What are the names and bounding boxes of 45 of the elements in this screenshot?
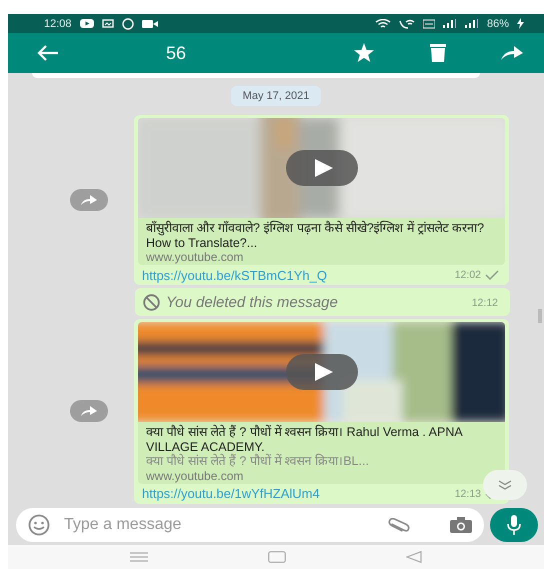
scrollbar-thumb [538, 309, 542, 323]
forward-button[interactable] [70, 189, 108, 211]
star-icon [353, 43, 375, 63]
status-time: 12:08 [44, 18, 72, 30]
camera-icon [450, 517, 472, 533]
check-icon [485, 270, 499, 280]
signal-icon [442, 19, 457, 28]
camera-icon [142, 20, 158, 28]
charging-icon [517, 18, 524, 29]
link-title: क्या पौधे सांस लेते हैं ? पौधों में श्वसन क्रिया। Rahul Verma . APNA VILLAGE ACADEMY. [145, 424, 464, 454]
share-arrow-icon [81, 406, 97, 416]
wifi-icon [374, 18, 391, 28]
deleted-message-text: You deleted this message [166, 294, 339, 311]
message-field[interactable]: Type a message [16, 508, 484, 542]
link-description: क्या पौधे सांस लेते हैं ? पौधों में श्वसन क्रिया।BL... [145, 454, 370, 468]
message-time: 12:13 [454, 488, 481, 500]
prohibited-icon [143, 294, 160, 311]
gallery-icon [102, 19, 114, 28]
microphone-button[interactable] [490, 508, 538, 542]
battery-level: 86% [486, 18, 509, 30]
link-title: बाँसुरीवाला और गाँववाले? इंग्लिश पढ़ना कैसे सीखे?इंग्लिश में ट्रांसलेट करना?How to Translate?... [145, 220, 486, 250]
signal-icon [464, 19, 479, 28]
video-icon [80, 19, 94, 28]
back-triangle-icon [406, 551, 422, 563]
home-icon [268, 551, 286, 563]
forward-button[interactable] [70, 400, 108, 422]
share-arrow-icon [81, 195, 97, 205]
menu-icon [130, 552, 148, 562]
scroll-down-button[interactable] [483, 470, 527, 500]
share-arrow-icon [501, 46, 523, 60]
double-chevron-down-icon [498, 480, 512, 490]
message-link[interactable]: https://youtu.be/1wYfHZAlUm4 [142, 486, 455, 501]
link-domain: www.youtube.com [145, 468, 244, 484]
emoji-icon [28, 514, 50, 536]
trash-icon [430, 44, 446, 62]
paperclip-icon [388, 518, 410, 532]
date-chip: May 17, 2021 [230, 86, 322, 106]
message-link[interactable]: https://youtu.be/kSTBmC1Yh_Q [142, 268, 455, 282]
link-domain: www.youtube.com [145, 250, 244, 265]
wifi-calling-icon [398, 18, 415, 28]
message-time: 12:12 [472, 296, 498, 308]
microphone-icon [507, 515, 521, 535]
back-arrow-icon [37, 45, 59, 61]
selection-count: 56 [166, 42, 188, 64]
message-time: 12:02 [454, 269, 481, 281]
